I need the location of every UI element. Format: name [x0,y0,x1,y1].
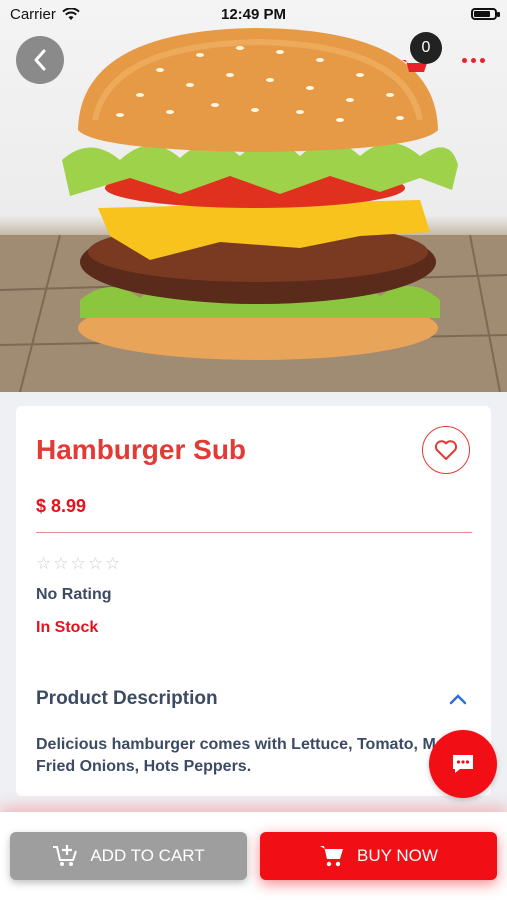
heart-icon [434,440,458,460]
star-icon: ☆ [53,554,69,573]
battery-icon [471,8,500,20]
wifi-icon [62,7,80,20]
cart-button[interactable]: 0 [400,32,444,78]
chevron-up-icon[interactable] [448,691,468,707]
product-price: $ 8.99 [36,496,87,516]
star-icon: ☆ [105,554,121,573]
more-dot [471,57,476,63]
more-button[interactable] [462,50,492,70]
stock-status: In Stock [36,619,99,636]
chat-button[interactable] [429,730,497,798]
buy-now-button[interactable]: BUY NOW [260,832,497,880]
back-arrow-icon [34,49,46,71]
buy-now-label: BUY NOW [357,846,438,865]
description-text: Delicious hamburger comes with Lettuce, … [36,736,468,775]
add-to-cart-label: ADD TO CART [90,846,205,865]
star-icon: ☆ [70,554,86,573]
back-button[interactable] [16,36,64,84]
product-title: Hamburger Sub [36,434,247,465]
status-left: Carrier [10,6,80,23]
description-title: Product Description [36,688,218,709]
star-icon: ☆ [87,554,103,573]
product-card: Hamburger Sub $ 8.99 ☆ ☆ ☆ ☆ ☆ No Rating… [16,406,491,796]
more-dot [462,57,467,63]
favorite-button[interactable] [422,426,470,474]
add-cart-icon [53,845,78,866]
cart-count-badge: 0 [410,32,442,64]
carrier-label: Carrier [10,5,56,23]
rating-stars: ☆ ☆ ☆ ☆ ☆ [36,554,120,574]
more-dot [480,57,485,63]
rating-text: No Rating [36,586,112,603]
add-to-cart-button[interactable]: ADD TO CART [10,832,247,880]
status-bar: Carrier 12:49 PM [0,0,507,28]
bottom-action-bar: ADD TO CART BUY NOW [0,812,507,900]
divider [36,532,472,533]
cart-icon [320,846,344,867]
chat-icon [453,755,473,773]
star-icon: ☆ [36,554,52,573]
status-time: 12:49 PM [220,5,287,23]
